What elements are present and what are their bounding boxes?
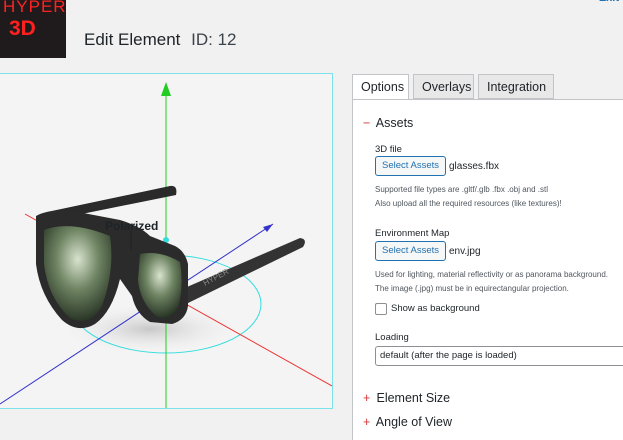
page-title: Edit Element ID: 12 — [84, 30, 236, 50]
3d-file-hint-2: Also upload all the required resources (… — [375, 199, 562, 208]
env-map-file-name: env.jpg — [449, 246, 481, 257]
tab-overlays[interactable]: Overlays — [413, 74, 474, 99]
logo-text-hyper: HYPER — [3, 0, 66, 16]
angle-of-view-section-header[interactable]: + Angle of View — [363, 415, 452, 429]
show-as-background-checkbox[interactable] — [375, 303, 387, 315]
select-env-map-button[interactable]: Select Assets — [375, 241, 447, 261]
hyper3d-logo[interactable]: HYPER 3D — [0, 0, 66, 58]
tab-integration[interactable]: Integration — [478, 74, 554, 99]
3d-file-hint-1: Supported file types are .gltf/.glb .fbx… — [375, 185, 548, 194]
assets-heading: Assets — [375, 116, 414, 130]
3d-file-name: glasses.fbx — [449, 161, 500, 172]
panel-tabs: Options Overlays Integration — [352, 74, 623, 100]
sunglasses-model: HYPER — [36, 185, 305, 329]
assets-section-header[interactable]: − Assets — [363, 116, 413, 130]
3d-preview-viewport[interactable]: HYPER Polarized — [0, 73, 333, 409]
page-title-text: Edit Element — [84, 30, 181, 49]
top-right-link[interactable]: Exit — [599, 0, 619, 4]
env-map-hint-1: Used for lighting, material reflectivity… — [375, 270, 608, 279]
options-card: − Assets 3D file Select Assets glasses.f… — [352, 99, 623, 440]
element-size-heading: Element Size — [376, 391, 451, 405]
show-as-background-label[interactable]: Show as background — [391, 303, 480, 314]
env-map-hint-2: The image (.jpg) must be in equirectangu… — [375, 284, 569, 293]
logo-text-3d: 3D — [9, 17, 36, 40]
collapse-icon: − — [363, 116, 371, 130]
options-panel: Options Overlays Integration − Assets 3D… — [352, 74, 623, 440]
y-axis-arrow[interactable] — [161, 82, 171, 96]
expand-icon: + — [363, 391, 371, 405]
env-map-label: Environment Map — [375, 228, 450, 239]
scene-svg: HYPER Polarized — [0, 82, 332, 408]
loading-label: Loading — [375, 332, 409, 343]
tab-options[interactable]: Options — [352, 74, 409, 100]
loading-select[interactable]: default (after the page is loaded) — [375, 346, 623, 366]
3d-file-label: 3D file — [375, 144, 402, 155]
z-axis-arrow — [263, 224, 273, 232]
angle-of-view-heading: Angle of View — [375, 415, 453, 429]
element-size-section-header[interactable]: + Element Size — [363, 391, 450, 405]
select-3d-file-button[interactable]: Select Assets — [375, 156, 447, 176]
expand-icon: + — [363, 415, 371, 429]
annotation-label[interactable]: Polarized — [105, 219, 158, 233]
element-id: ID: 12 — [191, 30, 237, 49]
